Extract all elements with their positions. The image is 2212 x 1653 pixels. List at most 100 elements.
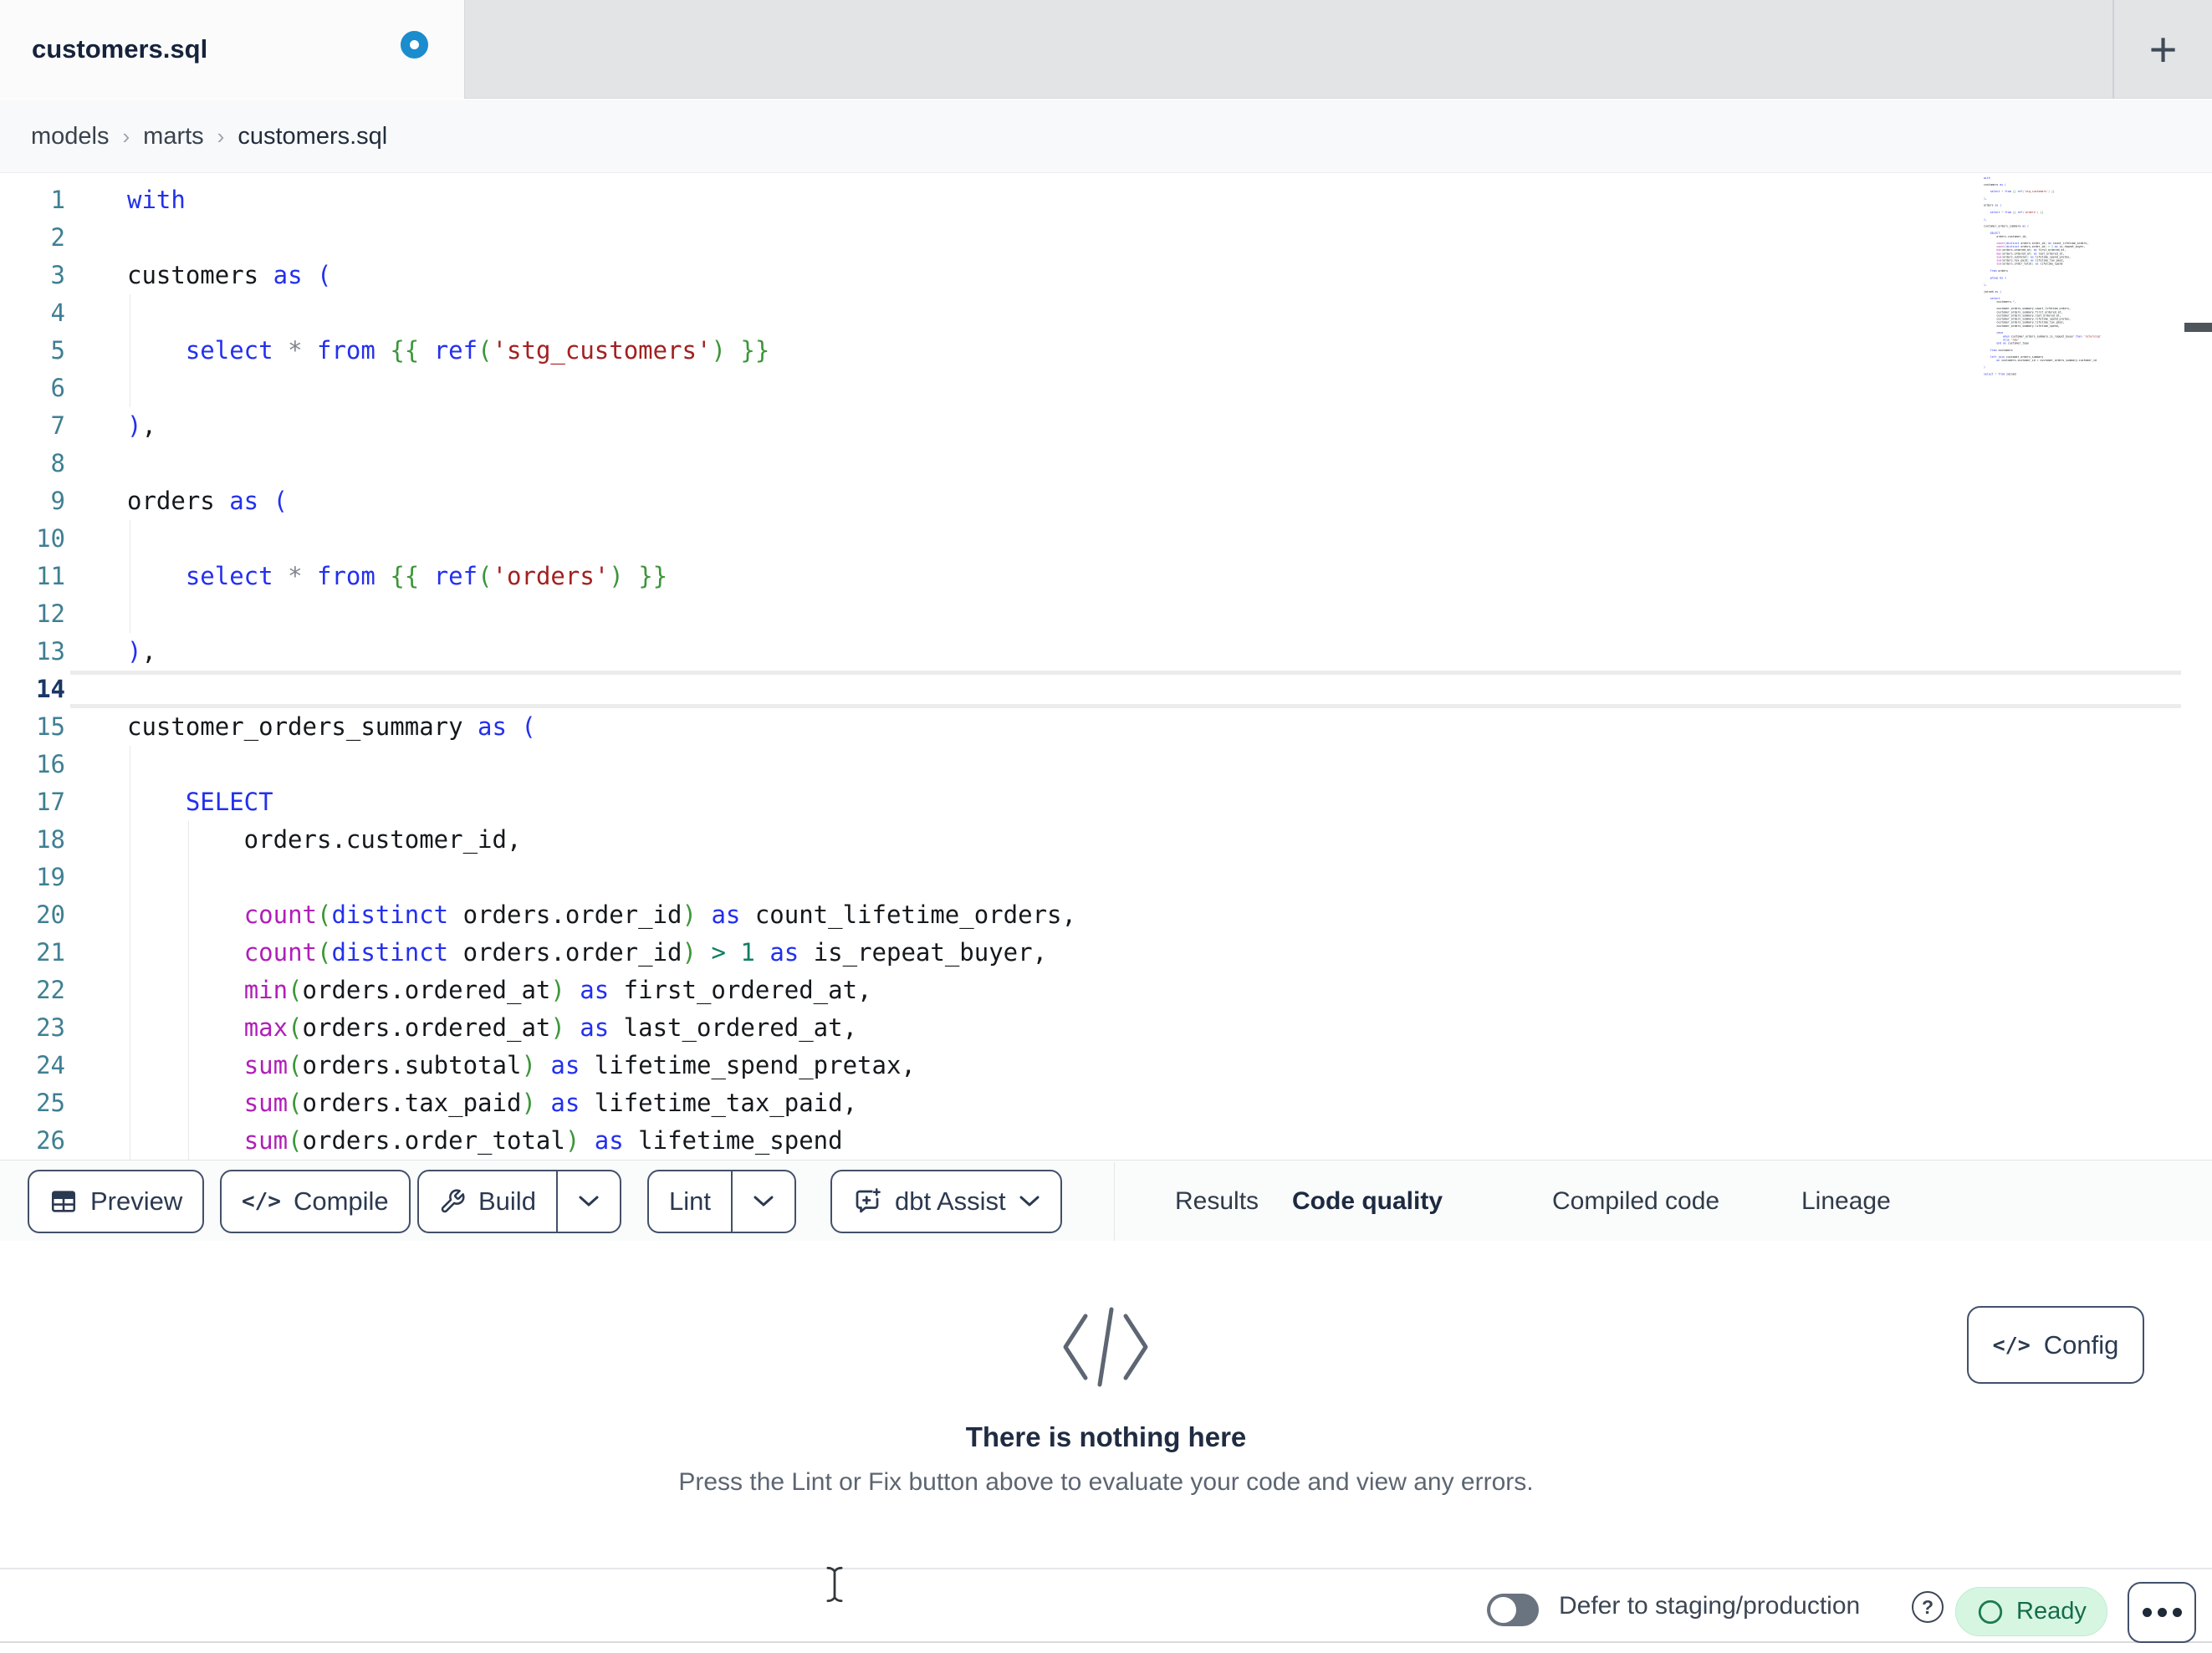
- lint-dropdown-toggle[interactable]: [733, 1171, 794, 1232]
- panel-tab-code-quality[interactable]: Code quality: [1292, 1161, 1479, 1247]
- line-number[interactable]: 4: [0, 294, 65, 332]
- breadcrumb-models[interactable]: models: [31, 123, 110, 151]
- code-editor[interactable]: 1 with 2 3 customers as (4 5 select * from {{…: [0, 173, 2212, 1160]
- build-label: Build: [478, 1186, 536, 1216]
- empty-state-subtitle: Press the Lint or Fix button above to ev…: [678, 1468, 1534, 1496]
- line-number[interactable]: 25: [0, 1084, 65, 1122]
- more-options-button[interactable]: [2128, 1582, 2196, 1643]
- build-dropdown-toggle[interactable]: [558, 1171, 620, 1232]
- code-line[interactable]: 2: [0, 219, 2212, 257]
- code-line[interactable]: 4: [0, 294, 2212, 332]
- code-line[interactable]: 16: [0, 746, 2212, 783]
- code-line[interactable]: 10: [0, 520, 2212, 558]
- empty-state-title: There is nothing here: [965, 1421, 1247, 1452]
- line-number[interactable]: 20: [0, 896, 65, 934]
- minimap-line: on customers.customer_id = customer_orde…: [1996, 359, 2097, 362]
- panel-tab-lineage[interactable]: Lineage: [1801, 1161, 1891, 1242]
- line-number[interactable]: 6: [0, 370, 65, 407]
- new-tab-button[interactable]: +: [2114, 0, 2212, 99]
- code-line[interactable]: 7),: [0, 407, 2212, 445]
- code-line[interactable]: 21 count(distinct orders.order_id) > 1 a…: [0, 934, 2212, 972]
- line-number[interactable]: 18: [0, 821, 65, 859]
- code-line[interactable]: 9 orders as (: [0, 482, 2212, 520]
- line-number[interactable]: 23: [0, 1009, 65, 1047]
- line-number[interactable]: 7: [0, 407, 65, 445]
- line-number[interactable]: 11: [0, 558, 65, 595]
- compile-button[interactable]: </> Compile: [220, 1170, 411, 1233]
- code-text: select * from {{ ref('stg_customers') }}: [185, 336, 770, 365]
- line-number[interactable]: 16: [0, 746, 65, 783]
- breadcrumb-marts[interactable]: marts: [143, 123, 204, 151]
- line-number[interactable]: 12: [0, 595, 65, 633]
- line-number[interactable]: 15: [0, 708, 65, 746]
- code-text: SELECT: [185, 788, 273, 816]
- panel-tab-compiled-code[interactable]: Compiled code: [1552, 1161, 1719, 1242]
- tab-customers-sql[interactable]: customers.sql: [0, 0, 465, 99]
- defer-label: Defer to staging/production: [1559, 1592, 1861, 1620]
- help-icon[interactable]: ?: [1912, 1591, 1944, 1623]
- panel-tab-results[interactable]: Results: [1175, 1161, 1259, 1242]
- code-line[interactable]: 25 sum(orders.tax_paid) as lifetime_tax_…: [0, 1084, 2212, 1122]
- lint-split-button[interactable]: Lint: [647, 1170, 796, 1233]
- code-text: max(orders.ordered_at) as last_ordered_a…: [243, 1013, 858, 1042]
- code-line[interactable]: 20 count(distinct orders.order_id) as co…: [0, 896, 2212, 934]
- line-number[interactable]: 8: [0, 445, 65, 482]
- code-line[interactable]: 8: [0, 445, 2212, 482]
- dbt-assist-button[interactable]: dbt Assist: [830, 1170, 1062, 1233]
- chevron-down-icon: [1019, 1196, 1040, 1207]
- defer-toggle[interactable]: [1487, 1594, 1539, 1626]
- line-number[interactable]: 24: [0, 1047, 65, 1084]
- breadcrumb-bar: models › marts › customers.sql Save: [0, 99, 2212, 271]
- code-line[interactable]: 3 customers as (: [0, 257, 2212, 294]
- dot-icon: [2172, 1608, 2182, 1617]
- line-number[interactable]: 5: [0, 332, 65, 370]
- dbt-assist-label: dbt Assist: [895, 1186, 1006, 1216]
- plus-icon: +: [2148, 22, 2178, 77]
- code-line[interactable]: 17 SELECT: [0, 783, 2212, 821]
- code-text: min(orders.ordered_at) as first_ordered_…: [243, 976, 872, 1004]
- chevron-right-icon: ›: [122, 123, 130, 149]
- code-line[interactable]: 15 customer_orders_summary as (: [0, 708, 2212, 746]
- code-line[interactable]: 12: [0, 595, 2212, 633]
- code-line[interactable]: 18 orders.customer_id,: [0, 821, 2212, 859]
- line-number[interactable]: 17: [0, 783, 65, 821]
- line-number[interactable]: 19: [0, 859, 65, 896]
- build-main[interactable]: Build: [419, 1171, 556, 1232]
- code-line[interactable]: 14: [0, 671, 2212, 708]
- lint-label: Lint: [669, 1186, 711, 1216]
- line-number[interactable]: 14: [0, 671, 65, 708]
- editor-scrollbar-thumb[interactable]: [2184, 323, 2212, 332]
- line-number[interactable]: 21: [0, 934, 65, 972]
- line-number[interactable]: 1: [0, 181, 65, 219]
- line-number[interactable]: 26: [0, 1122, 65, 1160]
- code-line[interactable]: 22 min(orders.ordered_at) as first_order…: [0, 972, 2212, 1009]
- build-split-button[interactable]: Build: [417, 1170, 621, 1233]
- dot-icon: [2142, 1608, 2152, 1617]
- editor-minimap[interactable]: with customers as ( select * from {{ ref…: [1984, 176, 2114, 376]
- lint-main[interactable]: Lint: [649, 1171, 731, 1232]
- line-number[interactable]: 22: [0, 972, 65, 1009]
- line-number[interactable]: 13: [0, 633, 65, 671]
- line-number[interactable]: 3: [0, 257, 65, 294]
- code-line[interactable]: 26 sum(orders.order_total) as lifetime_s…: [0, 1122, 2212, 1160]
- config-button[interactable]: </> Config: [1967, 1306, 2144, 1384]
- code-line[interactable]: 1 with: [0, 181, 2212, 219]
- code-quality-panel: There is nothing here Press the Lint or …: [0, 1241, 2212, 1568]
- chevron-right-icon: ›: [217, 123, 225, 149]
- code-line[interactable]: 23 max(orders.ordered_at) as last_ordere…: [0, 1009, 2212, 1047]
- line-number[interactable]: 9: [0, 482, 65, 520]
- line-number[interactable]: 2: [0, 219, 65, 257]
- chevron-down-icon: [754, 1196, 774, 1207]
- code-line[interactable]: 19: [0, 859, 2212, 896]
- code-line[interactable]: 11 select * from {{ ref('orders') }}: [0, 558, 2212, 595]
- code-line[interactable]: 5 select * from {{ ref('stg_customers') …: [0, 332, 2212, 370]
- preview-button[interactable]: Preview: [28, 1170, 205, 1233]
- toggle-knob: [1490, 1597, 1516, 1623]
- status-badge-ready: Ready: [1955, 1587, 2107, 1636]
- code-line[interactable]: 6: [0, 370, 2212, 407]
- line-number[interactable]: 10: [0, 520, 65, 558]
- code-line[interactable]: 13),: [0, 633, 2212, 671]
- unsaved-changes-dot-icon: [401, 31, 428, 59]
- code-line[interactable]: 24 sum(orders.subtotal) as lifetime_spen…: [0, 1047, 2212, 1084]
- code-lines[interactable]: 1 with 2 3 customers as (4 5 select * from {{…: [0, 181, 2212, 1160]
